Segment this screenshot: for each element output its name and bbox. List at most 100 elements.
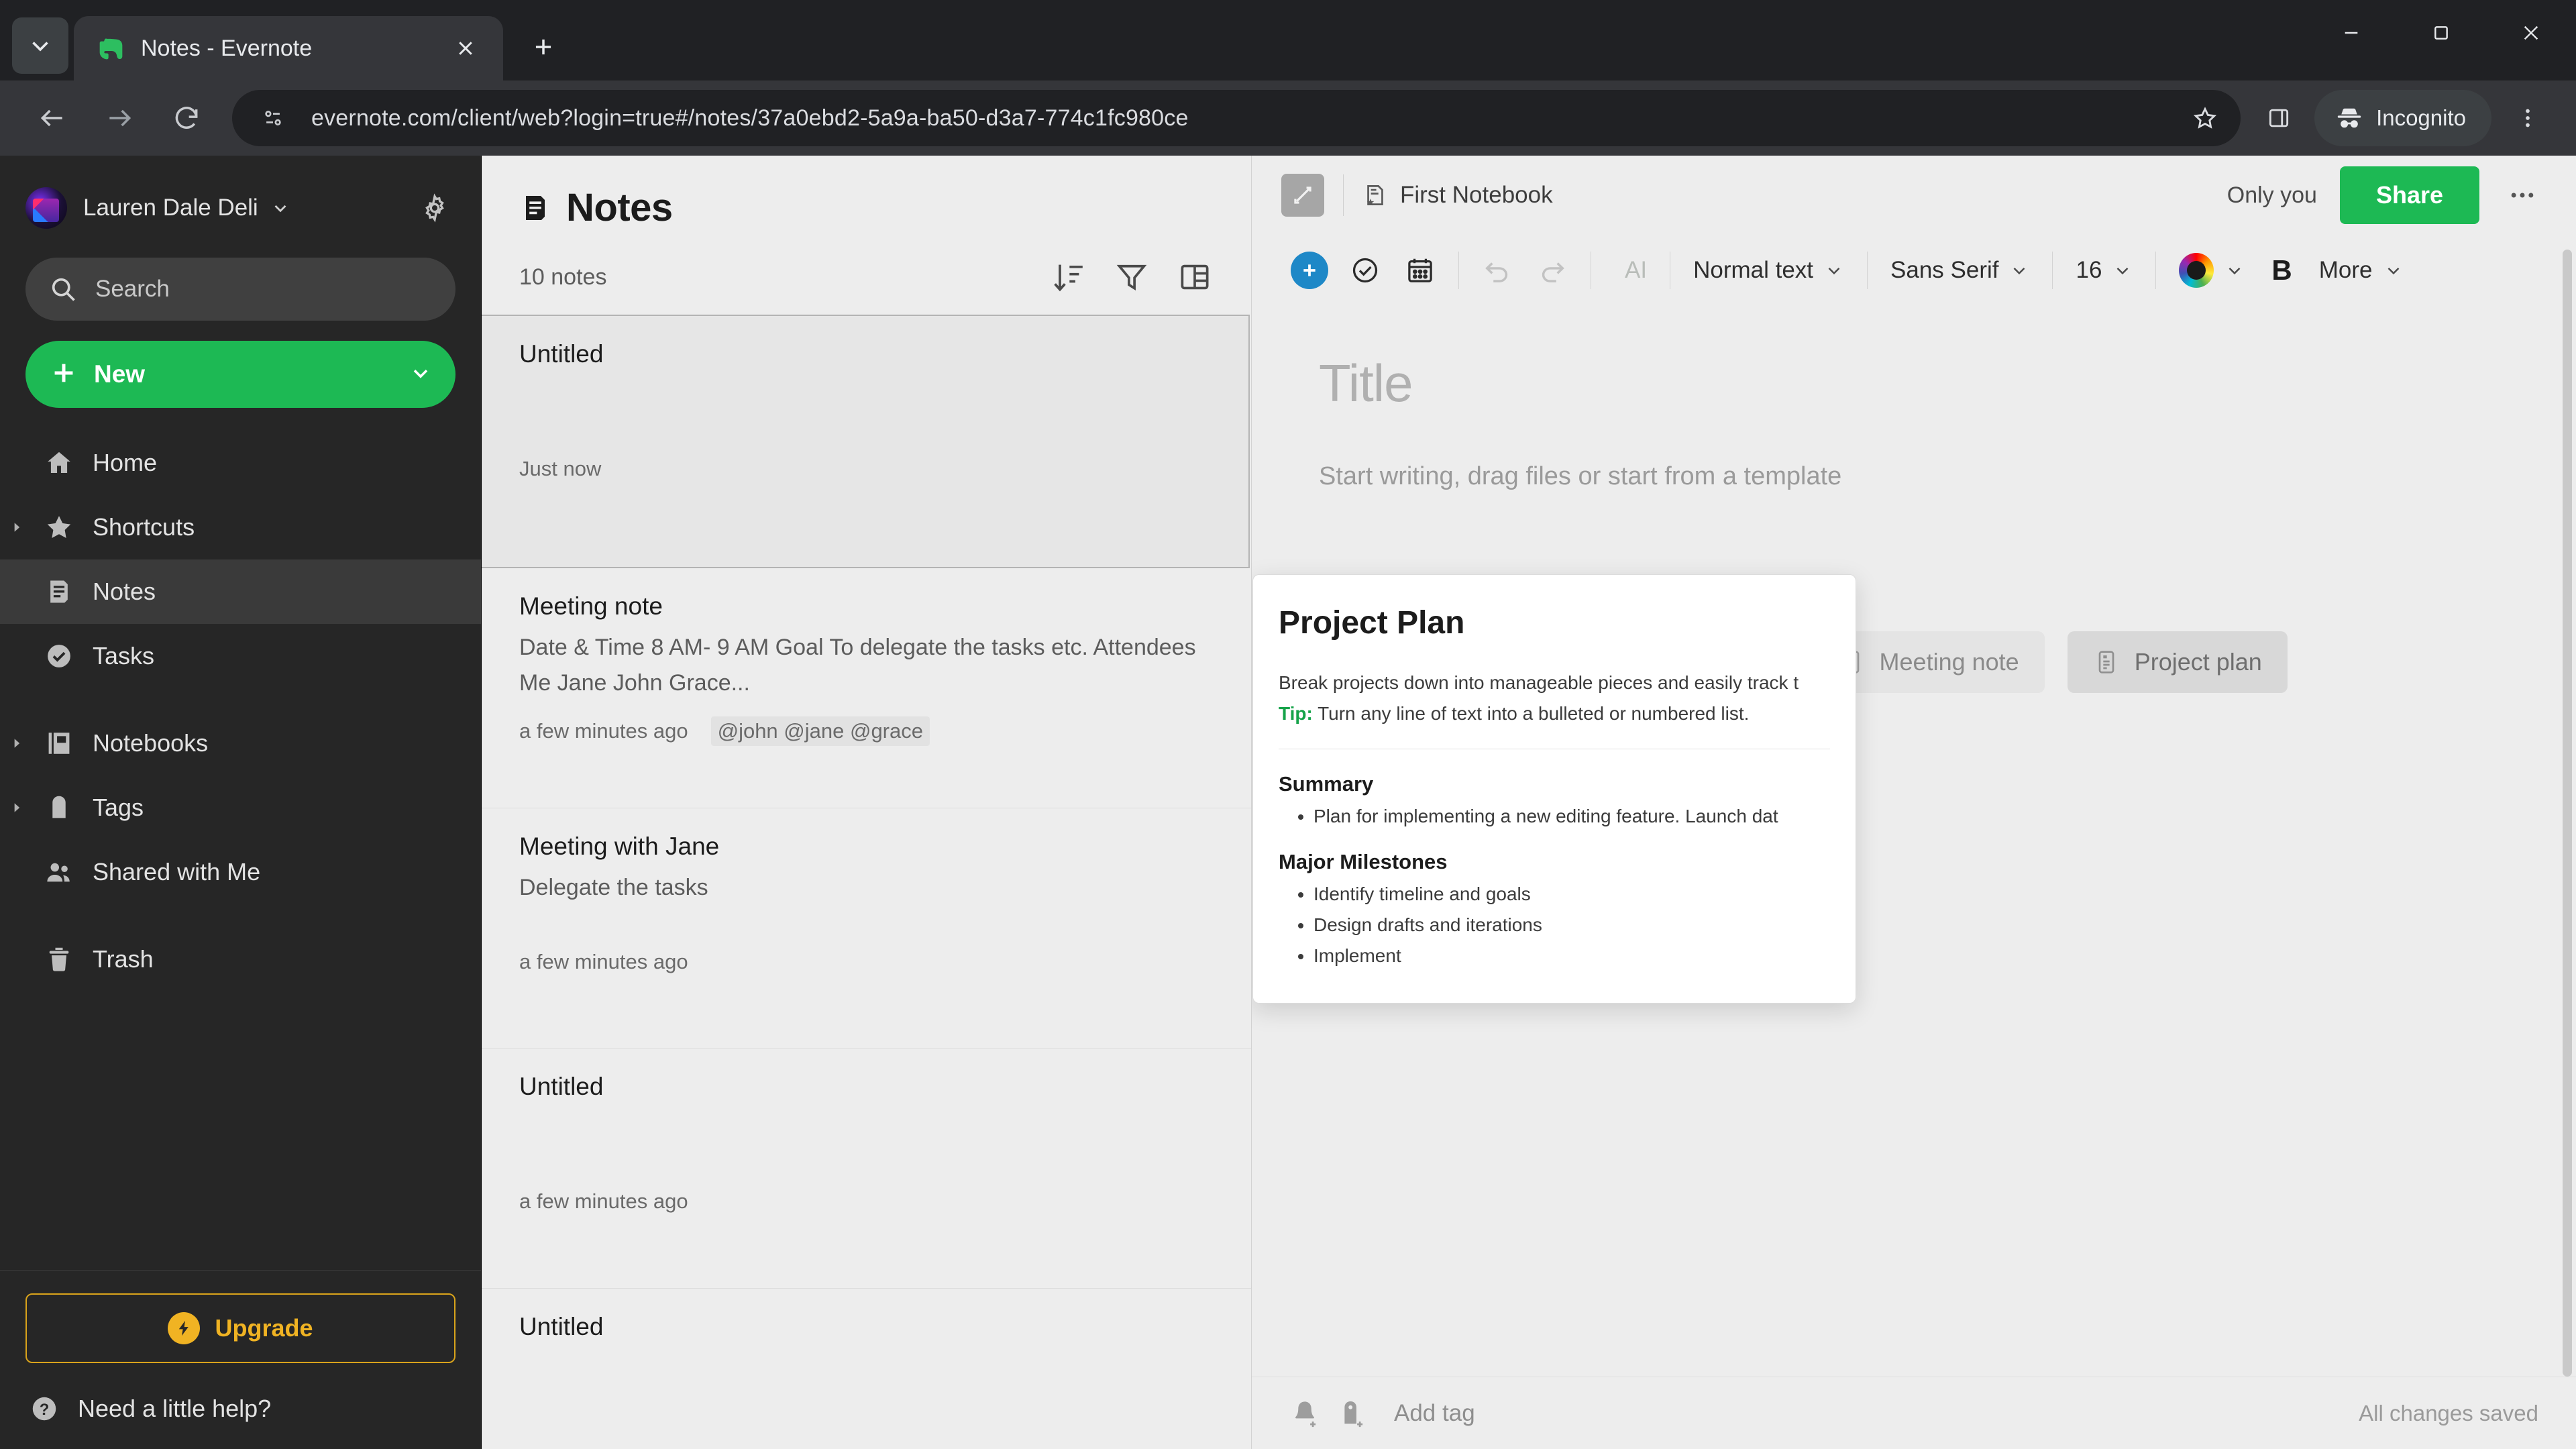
note-title-input[interactable]: Title (1319, 353, 2576, 414)
note-meta: a few minutes ago (519, 950, 1214, 974)
new-tab-button[interactable] (518, 21, 569, 72)
browser-menu-button[interactable] (2501, 91, 2555, 145)
editor-more-button[interactable] (2502, 175, 2542, 215)
font-family-select[interactable]: Sans Serif (1878, 257, 2041, 284)
maximize-button[interactable] (2396, 0, 2486, 66)
plus-icon (535, 39, 551, 55)
bold-button[interactable]: B (2257, 254, 2306, 286)
sidebar-item-label: Tasks (93, 642, 155, 669)
new-button-label: New (94, 360, 146, 388)
list-view-icon (1181, 264, 1209, 290)
text-color-select[interactable] (2167, 253, 2257, 288)
insert-calendar-button[interactable] (1393, 245, 1448, 296)
search-input[interactable]: Search (25, 258, 455, 321)
twisty-tags[interactable] (8, 801, 25, 814)
three-dot-menu-icon (2526, 109, 2530, 127)
add-tag-button[interactable] (1328, 1390, 1375, 1437)
sidebar-item-label: Tags (93, 794, 144, 821)
incognito-indicator[interactable]: Incognito (2314, 90, 2491, 146)
sidebar-item-notes[interactable]: Notes (0, 559, 481, 624)
font-family-value: Sans Serif (1890, 257, 1999, 283)
twisty-notebooks[interactable] (8, 737, 25, 750)
twisty-shortcuts[interactable] (8, 521, 25, 534)
tab-search-button[interactable] (12, 17, 68, 74)
redo-button[interactable] (1525, 245, 1580, 296)
insert-button[interactable] (1281, 245, 1338, 296)
incognito-label: Incognito (2376, 105, 2466, 130)
add-tag-label[interactable]: Add tag (1394, 1400, 1475, 1427)
insert-task-button[interactable] (1338, 245, 1393, 296)
sort-descending-icon (1054, 264, 1083, 292)
add-reminder-button[interactable] (1281, 1390, 1328, 1437)
sidebar-item-home[interactable]: Home (0, 431, 481, 495)
browser-tab[interactable]: Notes - Evernote (74, 16, 503, 80)
chevron-down-icon (2117, 267, 2129, 275)
sidebar-item-label: Notes (93, 578, 156, 605)
note-list-item[interactable]: Untitled a few minutes ago (482, 1049, 1251, 1289)
paragraph-style-value: Normal text (1693, 257, 1814, 283)
sidebar-item-label: Home (93, 449, 158, 476)
site-info-button[interactable] (252, 97, 294, 139)
note-list-item[interactable]: Untitled (482, 1289, 1251, 1449)
forward-button[interactable] (89, 87, 150, 149)
note-list-item[interactable]: Meeting note Date & Time 8 AM- 9 AM Goal… (482, 568, 1251, 808)
sidebar-item-trash[interactable]: Trash (0, 927, 481, 991)
editor-footer: Add tag All changes saved (1252, 1377, 2576, 1449)
sidebar-item-tags[interactable]: Tags (0, 775, 481, 840)
sidebar-item-tasks[interactable]: Tasks (0, 624, 481, 688)
sort-button[interactable] (1050, 258, 1087, 296)
address-bar[interactable]: evernote.com/client/web?login=true#/note… (232, 90, 2241, 146)
editor-toolbar: AI Normal text Sans Serif 16 B More (1252, 235, 2576, 306)
star-icon (2193, 107, 2217, 129)
view-toggle-button[interactable] (1176, 258, 1214, 296)
account-row[interactable]: Lauren Dale Deli (25, 176, 455, 240)
sidebar-item-shortcuts[interactable]: Shortcuts (0, 495, 481, 559)
list-item: Plan for implementing a new editing feat… (1313, 806, 1856, 827)
note-list-item-selected[interactable]: Untitled Just now (482, 315, 1250, 568)
paragraph-style-select[interactable]: Normal text (1681, 257, 1856, 284)
preview-tip-label: Tip: (1279, 703, 1313, 724)
permission-label: Only you (2226, 182, 2317, 208)
note-list-item[interactable]: Meeting with Jane Delegate the tasks a f… (482, 808, 1251, 1049)
preview-section-list: Identify timeline and goals Design draft… (1313, 883, 1856, 967)
sidebar-item-notebooks[interactable]: Notebooks (0, 711, 481, 775)
editor-scrollbar[interactable] (2563, 250, 2572, 1377)
filter-button[interactable] (1113, 258, 1150, 296)
note-snippet: Date & Time 8 AM- 9 AM Goal To delegate … (519, 635, 1196, 696)
side-panel-button[interactable] (2255, 95, 2302, 142)
share-button[interactable]: Share (2339, 166, 2479, 224)
minimize-icon (2345, 32, 2358, 34)
toolbar-divider (2052, 252, 2053, 289)
tab-close-button[interactable] (447, 30, 484, 67)
upgrade-button[interactable]: Upgrade (25, 1293, 455, 1363)
settings-button[interactable] (414, 187, 455, 229)
chevron-down-icon (32, 42, 48, 52)
bookmark-button[interactable] (2182, 95, 2229, 142)
help-button[interactable]: ? Need a little help? (25, 1393, 455, 1425)
note-list-panel: Notes 10 notes Untitled Just now Meeting… (482, 156, 1252, 1449)
new-note-button[interactable]: New (25, 341, 455, 408)
account-name: Lauren Dale Deli (83, 195, 258, 221)
note-body-input[interactable]: Start writing, drag files or start from … (1319, 462, 2576, 491)
sidebar-header: Lauren Dale Deli (0, 156, 481, 240)
tab-strip: Notes - Evernote (0, 0, 2576, 80)
reload-button[interactable] (156, 87, 217, 149)
list-item: Design drafts and iterations (1313, 914, 1856, 936)
template-chip-project-plan[interactable]: Project plan (2067, 631, 2288, 693)
people-icon (43, 856, 75, 888)
back-button[interactable] (21, 87, 83, 149)
undo-button[interactable] (1470, 245, 1525, 296)
minimize-button[interactable] (2306, 0, 2396, 66)
window-close-button[interactable] (2486, 0, 2576, 66)
font-size-select[interactable]: 16 (2063, 257, 2145, 284)
notebook-selector[interactable]: First Notebook (1362, 181, 1553, 209)
new-button-dropdown[interactable] (409, 361, 433, 388)
account-dropdown-button[interactable] (270, 198, 290, 218)
chevron-down-icon (1828, 267, 1840, 275)
expand-note-button[interactable] (1281, 174, 1324, 217)
ai-button[interactable]: AI (1602, 257, 1659, 284)
divider (1343, 174, 1344, 216)
more-formatting-button[interactable]: More (2307, 257, 2416, 284)
notebook-icon (1366, 185, 1383, 206)
sidebar-item-shared-with-me[interactable]: Shared with Me (0, 840, 481, 904)
